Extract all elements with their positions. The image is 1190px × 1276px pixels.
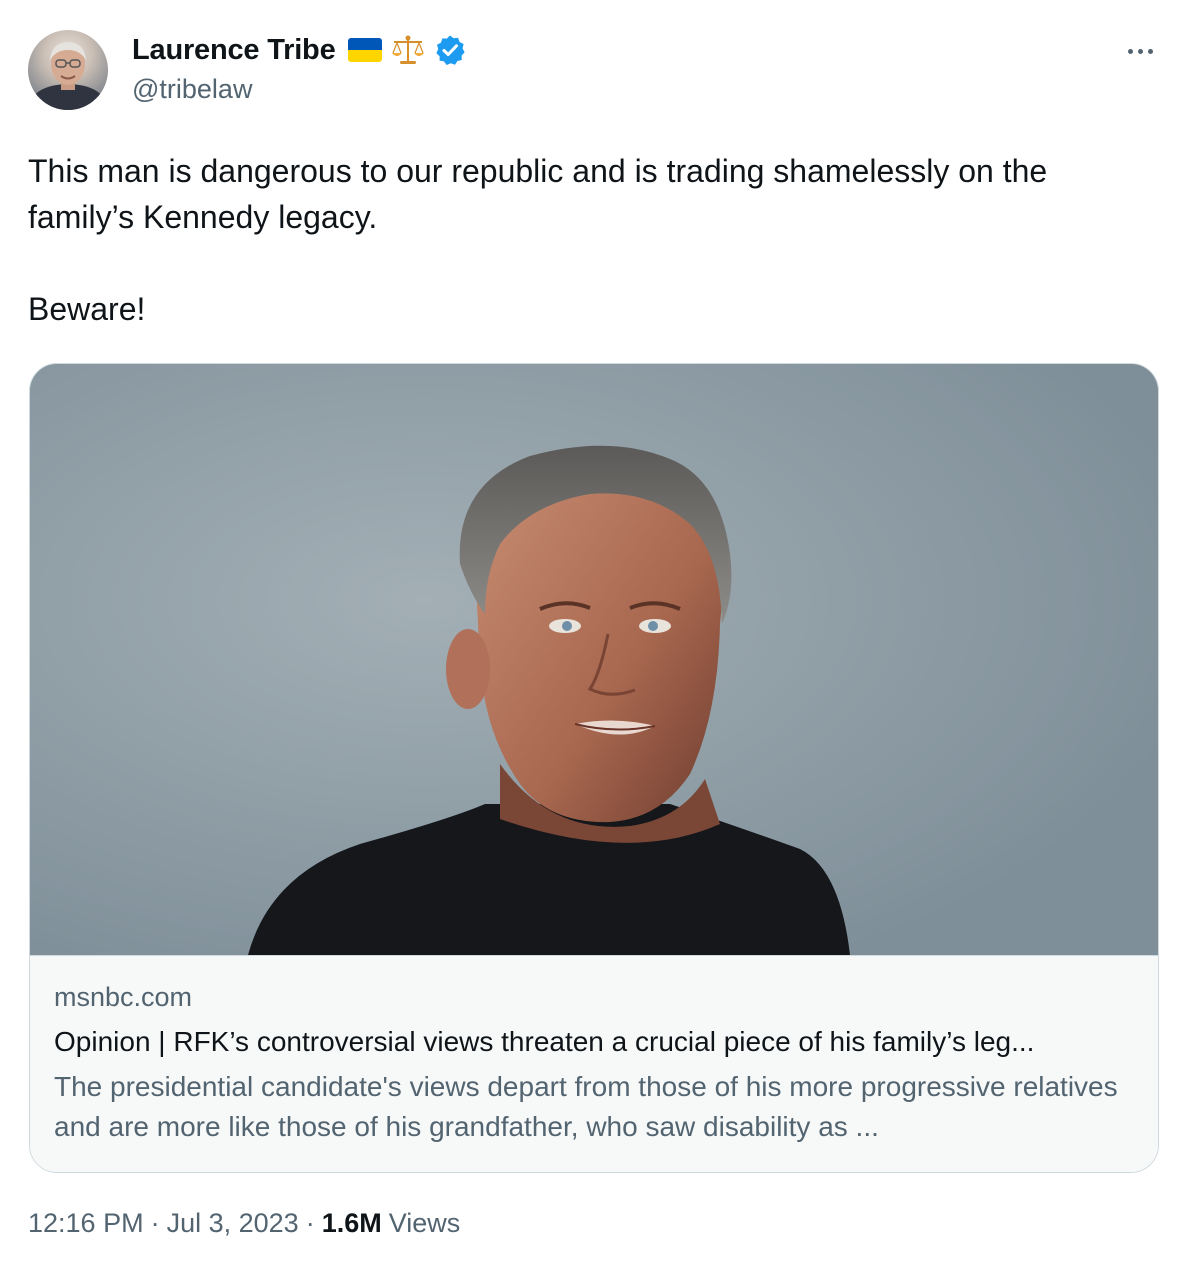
more-dot-icon [1127, 48, 1133, 54]
verified-badge-icon[interactable] [434, 34, 466, 66]
timestamp-time[interactable]: 12:16 PM [28, 1208, 144, 1239]
more-dot-icon [1137, 48, 1143, 54]
author-name-row: Laurence Tribe [132, 30, 466, 70]
views-label[interactable]: Views [389, 1208, 461, 1239]
card-domain: msnbc.com [54, 982, 193, 1012]
timestamp-date[interactable]: Jul 3, 2023 [167, 1208, 299, 1239]
meta-separator: · [305, 1208, 315, 1238]
balance-scale-icon [390, 32, 426, 68]
card-description: The presidential candidate's views depar… [54, 1071, 1118, 1142]
link-preview-card[interactable]: msnbc.com Opinion | RFK’s controversial … [29, 363, 1159, 1173]
card-photo [30, 364, 1158, 955]
portrait-illustration [30, 364, 1158, 955]
author-handle[interactable]: @tribelaw [132, 74, 252, 105]
author-avatar[interactable] [28, 30, 108, 110]
tweet: Laurence Tribe @tribelaw This man is dan… [0, 0, 1190, 1276]
tweet-text: This man is dangerous to our republic an… [28, 153, 1048, 327]
card-title: Opinion | RFK’s controversial views thre… [54, 1026, 1035, 1057]
author-display-name[interactable]: Laurence Tribe [132, 34, 336, 67]
card-info: msnbc.com Opinion | RFK’s controversial … [30, 955, 1158, 1172]
more-options-button[interactable] [1118, 36, 1162, 66]
ukraine-flag-icon [347, 38, 382, 62]
tweet-meta: 12:16 PM · Jul 3, 2023 · 1.6M Views [28, 1208, 460, 1239]
avatar-photo [32, 42, 104, 110]
more-dot-icon [1147, 48, 1153, 54]
views-count: 1.6M [321, 1208, 382, 1238]
meta-separator: · [150, 1208, 160, 1238]
